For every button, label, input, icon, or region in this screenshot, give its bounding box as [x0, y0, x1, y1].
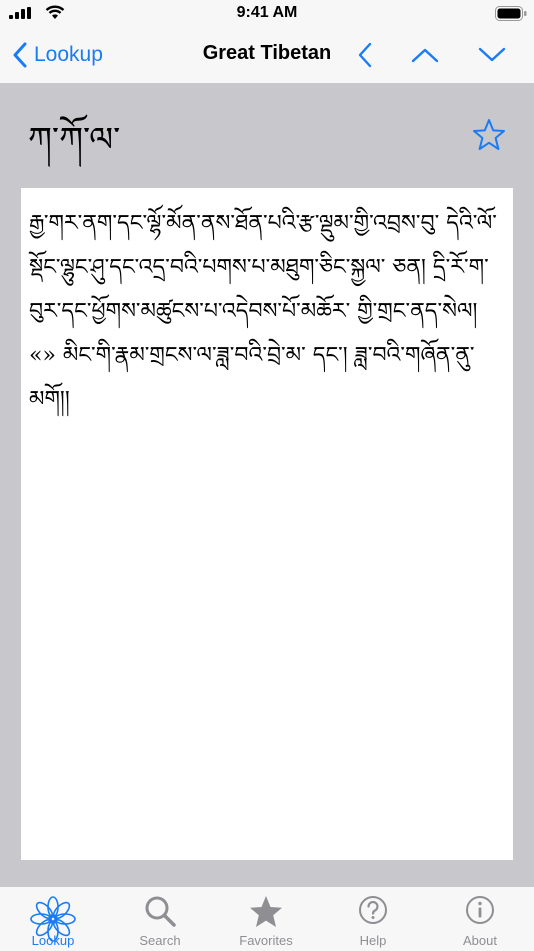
page-title: Great Tibetan	[202, 42, 332, 64]
scroll-down-button[interactable]	[477, 40, 507, 70]
search-icon	[145, 896, 176, 927]
back-button-label: Lookup	[34, 43, 103, 66]
tab-label: Search	[139, 933, 181, 948]
status-bar: 9:41 AM	[0, 0, 534, 28]
info-circle-icon	[466, 896, 494, 924]
chevron-up-icon	[411, 48, 439, 63]
tab-label: Help	[359, 933, 387, 948]
tab-bar: Lookup Search Favorites Help About	[0, 886, 534, 951]
tab-favorites[interactable]: Favorites	[213, 887, 319, 951]
tab-help[interactable]: Help	[320, 887, 426, 951]
previous-entry-button[interactable]	[350, 40, 380, 70]
star-icon	[250, 896, 282, 927]
chevron-left-icon	[358, 42, 372, 68]
back-button[interactable]: Lookup	[12, 38, 103, 72]
status-time: 9:41 AM	[236, 4, 298, 21]
chevron-down-icon	[478, 47, 506, 62]
favorite-button[interactable]	[472, 118, 506, 152]
tab-label: Favorites	[239, 933, 293, 948]
question-circle-icon	[359, 896, 387, 924]
navigation-bar: Lookup Great Tibetan	[0, 28, 534, 84]
tab-label: About	[463, 933, 497, 948]
tab-lookup[interactable]: Lookup	[0, 887, 106, 951]
tab-about[interactable]: About	[427, 887, 533, 951]
entry-content: ཀ་ཀོ་ལ་ རྒྱ་གར་ནག་དང་ལྷོ་མོན་ནས་ཐོན་པའི་…	[0, 84, 534, 886]
definition-card: རྒྱ་གར་ནག་དང་ལྷོ་མོན་ནས་ཐོན་པའི་རྩ་ལྡུམ་…	[21, 188, 513, 860]
scroll-up-button[interactable]	[410, 40, 440, 70]
headword: ཀ་ཀོ་ལ་	[28, 120, 121, 160]
star-outline-icon	[473, 119, 505, 150]
definition-text: རྒྱ་གར་ནག་དང་ལྷོ་མོན་ནས་ཐོན་པའི་རྩ་ལྡུམ་…	[29, 211, 497, 412]
battery-icon	[495, 6, 527, 21]
chevron-left-icon	[13, 42, 27, 68]
tab-label: Lookup	[31, 933, 75, 948]
tab-search[interactable]: Search	[107, 887, 213, 951]
